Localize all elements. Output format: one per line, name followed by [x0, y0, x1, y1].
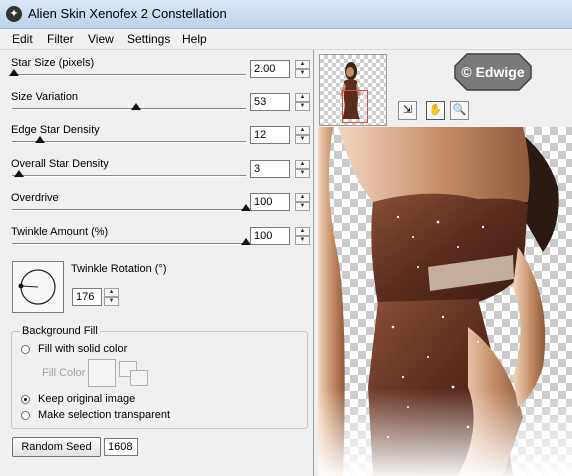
twinkle-rotation-input[interactable]: 176: [72, 288, 102, 306]
spin-up-icon[interactable]: ▲: [295, 93, 310, 102]
fill-color-label: Fill Color: [42, 367, 86, 379]
fill-color-swatch[interactable]: [88, 359, 116, 387]
spin-up-icon[interactable]: ▲: [104, 288, 119, 297]
star-size-input[interactable]: 2.00: [250, 60, 290, 78]
fill-solid-label[interactable]: Fill with solid color: [38, 343, 127, 355]
watermark-badge: © Edwige: [453, 52, 533, 92]
edge-star-density-input[interactable]: 12: [250, 126, 290, 144]
color-picker-front-icon[interactable]: [130, 370, 148, 386]
size-variation-input[interactable]: 53: [250, 93, 290, 111]
menu-help[interactable]: Help: [182, 32, 207, 46]
preview-woman-image: [318, 127, 572, 476]
menu-view[interactable]: View: [88, 32, 114, 46]
spin-down-icon[interactable]: ▼: [295, 236, 310, 245]
spin-down-icon[interactable]: ▼: [295, 69, 310, 78]
rotation-dial-icon[interactable]: [13, 262, 63, 312]
random-seed-input[interactable]: 1608: [104, 438, 138, 456]
overall-star-density-label: Overall Star Density: [11, 158, 109, 170]
spin-up-icon[interactable]: ▲: [295, 60, 310, 69]
edge-star-density-slider-thumb[interactable]: [35, 136, 46, 143]
magnifier-icon[interactable]: 🔍: [450, 101, 469, 120]
menu-edit[interactable]: Edit: [12, 32, 33, 46]
keep-original-radio[interactable]: [21, 395, 30, 404]
spin-down-icon[interactable]: ▼: [295, 135, 310, 144]
overdrive-label: Overdrive: [11, 192, 59, 204]
settings-panel: Star Size (pixels) 2.00 ▲ ▼ Size Variati…: [0, 50, 312, 476]
edge-star-density-spinner[interactable]: ▲ ▼: [295, 126, 310, 144]
size-variation-track[interactable]: [12, 108, 246, 110]
spin-up-icon[interactable]: ▲: [295, 160, 310, 169]
twinkle-amount-track[interactable]: [12, 243, 246, 245]
twinkle-amount-input[interactable]: 100: [250, 227, 290, 245]
star-size-track[interactable]: [12, 74, 246, 76]
watermark-text: © Edwige: [461, 64, 525, 80]
keep-original-label[interactable]: Keep original image: [38, 393, 135, 405]
background-fill-group: Background Fill Fill with solid color Fi…: [11, 325, 308, 429]
spin-up-icon[interactable]: ▲: [295, 126, 310, 135]
overdrive-spinner[interactable]: ▲ ▼: [295, 193, 310, 211]
preview-canvas[interactable]: [318, 127, 572, 476]
make-transparent-radio[interactable]: [21, 411, 30, 420]
twinkle-amount-spinner[interactable]: ▲ ▼: [295, 227, 310, 245]
overdrive-track[interactable]: [12, 209, 246, 211]
overall-star-density-track[interactable]: [12, 175, 246, 177]
title-bar: ✦ Alien Skin Xenofex 2 Constellation: [0, 0, 572, 29]
overall-star-density-spinner[interactable]: ▲ ▼: [295, 160, 310, 178]
spin-up-icon[interactable]: ▲: [295, 193, 310, 202]
navigator-thumbnail[interactable]: [319, 54, 387, 126]
background-fill-legend: Background Fill: [20, 325, 100, 337]
twinkle-rotation-spinner[interactable]: ▲ ▼: [104, 288, 119, 306]
spin-down-icon[interactable]: ▼: [295, 102, 310, 111]
star-size-slider-thumb[interactable]: [9, 69, 20, 76]
make-transparent-label[interactable]: Make selection transparent: [38, 409, 170, 421]
hand-icon[interactable]: ✋: [426, 101, 445, 120]
size-variation-spinner[interactable]: ▲ ▼: [295, 93, 310, 111]
twinkle-rotation-label: Twinkle Rotation (°): [71, 263, 167, 275]
size-variation-slider-thumb[interactable]: [131, 103, 142, 110]
preview-panel: ⇲ ✋ 🔍 © Edwige: [313, 50, 572, 476]
edge-star-density-track[interactable]: [12, 141, 246, 143]
size-variation-label: Size Variation: [11, 91, 79, 103]
edge-star-density-label: Edge Star Density: [11, 124, 100, 136]
random-seed-button[interactable]: Random Seed: [12, 437, 101, 457]
star-size-label: Star Size (pixels): [11, 57, 95, 69]
overall-star-density-slider-thumb[interactable]: [14, 170, 25, 177]
menu-filter[interactable]: Filter: [47, 32, 74, 46]
rotation-dial-box[interactable]: [12, 261, 64, 313]
spin-down-icon[interactable]: ▼: [104, 297, 119, 306]
overdrive-input[interactable]: 100: [250, 193, 290, 211]
spin-down-icon[interactable]: ▼: [295, 202, 310, 211]
twinkle-amount-label: Twinkle Amount (%): [11, 226, 109, 238]
app-icon[interactable]: ✦: [6, 6, 22, 22]
spin-down-icon[interactable]: ▼: [295, 169, 310, 178]
menu-settings[interactable]: Settings: [127, 32, 170, 46]
star-size-spinner[interactable]: ▲ ▼: [295, 60, 310, 78]
menu-bar: Edit Filter View Settings Help: [0, 29, 572, 50]
overall-star-density-input[interactable]: 3: [250, 160, 290, 178]
zoom-fit-icon[interactable]: ⇲: [398, 101, 417, 120]
spin-up-icon[interactable]: ▲: [295, 227, 310, 236]
viewport-rectangle[interactable]: [342, 90, 368, 123]
fill-solid-radio[interactable]: [21, 345, 30, 354]
window-title: Alien Skin Xenofex 2 Constellation: [28, 6, 227, 21]
